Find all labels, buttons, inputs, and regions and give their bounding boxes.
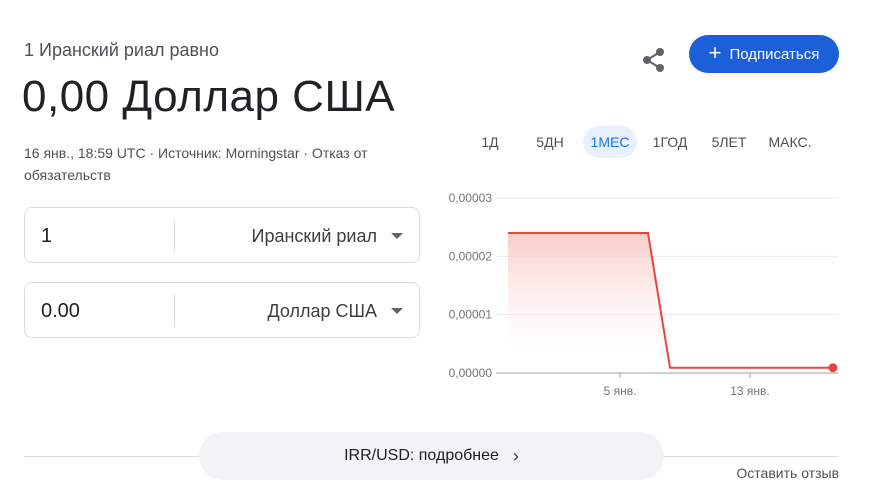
chevron-down-icon[interactable] (391, 233, 403, 239)
tab-1y[interactable]: 1ГОД (646, 126, 694, 158)
to-amount-input[interactable]: 0.00 (41, 283, 80, 339)
last-point-dot (828, 363, 838, 373)
meta-line-1: 16 янв., 18:59 UTC · Источник: Morningst… (24, 145, 368, 161)
tab-5y[interactable]: 5ЛЕТ (706, 126, 752, 158)
disclaimer-link[interactable]: обязательств (24, 164, 424, 186)
details-button[interactable]: IRR/USD: подробнее › (199, 432, 664, 480)
x-tick-label: 5 янв. (604, 384, 637, 398)
y-tick-label: 0,00001 (449, 308, 493, 322)
chevron-right-icon: › (512, 445, 519, 466)
conversion-subtitle: 1 Иранский риал равно (24, 40, 220, 60)
plus-icon: + (708, 40, 722, 65)
converted-amount: 0,00 Доллар США (22, 72, 396, 121)
field-divider (174, 295, 175, 327)
feedback-link[interactable]: Оставить отзыв (736, 465, 839, 481)
to-currency-box: 0.00 Доллар США (24, 282, 420, 338)
from-currency-select[interactable]: Иранский риал (252, 208, 377, 264)
x-tick-label: 13 янв. (730, 384, 770, 398)
tab-1m[interactable]: 1МЕС (583, 126, 637, 158)
area-fill (508, 233, 833, 373)
chart-svg: 0,00003 0,00002 0,00001 0,00000 5 янв. 13 янв… (449, 191, 838, 398)
subscribe-button[interactable]: + Подписаться (689, 35, 839, 73)
y-tick-label: 0,00002 (449, 249, 493, 263)
field-divider (174, 220, 175, 252)
from-currency-box: 1 Иранский риал (24, 207, 420, 263)
to-currency-select[interactable]: Доллар США (267, 283, 377, 339)
y-tick-label: 0,00003 (449, 191, 493, 205)
tab-max[interactable]: МАКС. (760, 126, 820, 158)
tab-1d[interactable]: 1Д (472, 126, 508, 158)
chevron-down-icon[interactable] (391, 308, 403, 314)
share-icon[interactable] (640, 46, 668, 74)
source-meta: 16 янв., 18:59 UTC · Источник: Morningst… (24, 142, 424, 186)
y-tick-label: 0,00000 (449, 366, 493, 380)
exchange-rate-chart: 0,00003 0,00002 0,00001 0,00000 5 янв. 13 янв… (430, 180, 850, 410)
subscribe-label: Подписаться (729, 45, 820, 63)
details-label: IRR/USD: подробнее (344, 447, 499, 464)
from-amount-input[interactable]: 1 (41, 208, 52, 264)
tab-5d[interactable]: 5ДН (528, 126, 572, 158)
